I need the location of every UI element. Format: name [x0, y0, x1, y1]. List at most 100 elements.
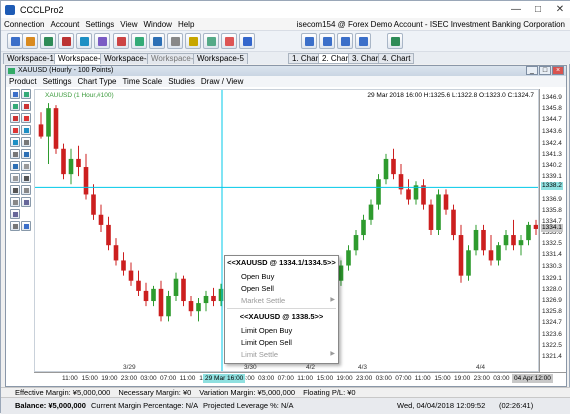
main-toolbar — [1, 30, 570, 52]
chart-tool-21[interactable] — [10, 209, 20, 219]
chart-menu-time-scale[interactable]: Time Scale — [119, 77, 165, 86]
chart-tool-17[interactable] — [10, 185, 20, 195]
candle-67 — [533, 219, 538, 236]
chart-tab-4[interactable]: 4. Chart — [378, 53, 415, 64]
chart-tool-8[interactable] — [21, 125, 31, 135]
chart-tool-1[interactable] — [10, 89, 20, 99]
crosshair-time-badge: 29 Mar 16:00 — [203, 374, 246, 383]
chart-tool-20[interactable] — [21, 197, 31, 207]
chart-close-icon[interactable]: × — [552, 66, 564, 75]
menu-connection[interactable]: Connection — [1, 20, 47, 29]
context-menu-limit-open-sell[interactable]: Limit Open Sell — [225, 337, 338, 348]
menu-bar: Connection Account Settings View Window Help i… — [1, 18, 570, 30]
menu-account[interactable]: Account — [47, 20, 82, 29]
chart-tool-6[interactable] — [21, 113, 31, 123]
toolbar-button-9[interactable] — [149, 33, 165, 49]
date-label: 4/2 — [306, 364, 316, 371]
margin-status-bar: Effective Margin: ¥5,000,000 Necessary M… — [1, 387, 570, 397]
chart-tool-11[interactable] — [10, 149, 20, 159]
toolbar-button-10[interactable] — [167, 33, 183, 49]
candle-42 — [346, 245, 351, 271]
chart-restore-icon[interactable]: □ — [539, 66, 551, 75]
menu-window[interactable]: Window — [141, 20, 175, 29]
toolbar-button-8[interactable] — [131, 33, 147, 49]
chart-tool-3[interactable] — [10, 101, 20, 111]
price-axis: 1346.9 1345.8 1344.7 1343.6 1342.4 1341.3 1340… — [539, 89, 566, 372]
toolbar-button-7[interactable] — [113, 33, 129, 49]
candle-62 — [496, 242, 501, 266]
chart-tool-24[interactable] — [21, 221, 31, 231]
chart-minimize-icon[interactable]: _ — [526, 66, 538, 75]
toolbar-button-14[interactable] — [239, 33, 255, 49]
price-tick-label: 1339.1 — [542, 173, 562, 181]
toolbar-button-4[interactable] — [58, 33, 74, 49]
context-menu-market-settle: Market Settle ▶ — [225, 295, 338, 306]
toolbar-button-2[interactable] — [22, 33, 38, 49]
workspace-tab-5[interactable]: Workspace-5 — [193, 53, 248, 64]
chart-tool-4[interactable] — [21, 101, 31, 111]
workspace-tab-bar: Workspace-1 Workspace-2 Workspace-3 Workspa… — [1, 52, 570, 64]
toolbar-button-1[interactable] — [7, 33, 23, 49]
chart-tool-13[interactable] — [10, 161, 20, 171]
close-icon[interactable]: ✕ — [549, 1, 570, 18]
maximize-icon[interactable]: □ — [527, 1, 549, 18]
chart-tool-10[interactable] — [21, 137, 31, 147]
context-menu-limit-open-buy[interactable]: Limit Open Buy — [225, 325, 338, 336]
menu-help[interactable]: Help — [175, 20, 197, 29]
context-menu-open-sell[interactable]: Open Sell — [225, 283, 338, 294]
toolbar-button-6[interactable] — [94, 33, 110, 49]
candle-50 — [406, 179, 411, 205]
layout-button-4[interactable] — [355, 33, 371, 49]
chart-menu-settings[interactable]: Settings — [40, 77, 75, 86]
chart-tool-7[interactable] — [10, 125, 20, 135]
context-menu-item-label: Limit Settle — [241, 350, 279, 359]
candle-4 — [61, 143, 66, 180]
chart-tool-14[interactable] — [21, 161, 31, 171]
layout-button-2[interactable] — [319, 33, 335, 49]
context-menu-open-buy[interactable]: Open Buy — [225, 271, 338, 282]
toolbar-button-11[interactable] — [185, 33, 201, 49]
minimize-icon[interactable]: — — [505, 1, 527, 18]
toolbar-button-3[interactable] — [40, 33, 56, 49]
chart-menu-product[interactable]: Product — [6, 77, 40, 86]
toolbar-button-5[interactable] — [76, 33, 92, 49]
chart-tool-18[interactable] — [21, 185, 31, 195]
chart-tool-12[interactable] — [21, 149, 31, 159]
floating-pl: Floating P/L: ¥0 — [303, 388, 356, 397]
toolbar-button-settings[interactable] — [387, 33, 403, 49]
chart-tool-19[interactable] — [10, 197, 20, 207]
menu-view[interactable]: View — [117, 20, 140, 29]
submenu-arrow-icon: ▶ — [330, 297, 335, 303]
chart-menu-chart-type[interactable]: Chart Type — [74, 77, 119, 86]
candle-3 — [53, 105, 59, 154]
chart-tool-16[interactable] — [21, 173, 31, 183]
context-menu-item-label: Open Buy — [241, 272, 275, 281]
time-tick-label: 11:00 — [414, 375, 431, 382]
price-tick-label: 1322.5 — [542, 341, 562, 349]
candle-14 — [136, 270, 141, 296]
app-logo-icon — [5, 4, 15, 15]
account-footer: Balance: ¥5,000,000 Current Margin Perce… — [1, 397, 570, 414]
chart-tool-9[interactable] — [10, 137, 20, 147]
time-tick-label: 07:00 — [395, 375, 412, 382]
menu-settings[interactable]: Settings — [82, 20, 117, 29]
candle-22 — [196, 297, 201, 322]
chart-tool-5[interactable] — [10, 113, 20, 123]
workspace-tab-1[interactable]: Workspace-1 — [3, 53, 58, 64]
toolbar-button-13[interactable] — [221, 33, 237, 49]
chart-tool-15[interactable] — [10, 173, 20, 183]
candle-64 — [511, 219, 516, 251]
time-tick-label: 07:00 — [277, 375, 294, 382]
account-label: isecom154 @ Forex Demo Account - ISEC In… — [296, 19, 565, 29]
candle-63 — [503, 229, 509, 251]
chart-tool-23[interactable] — [10, 221, 20, 231]
chart-tool-2[interactable] — [21, 89, 31, 99]
candle-15 — [143, 282, 149, 307]
layout-button-3[interactable] — [337, 33, 353, 49]
toolbar-button-12[interactable] — [203, 33, 219, 49]
last-price-badge: 1334.1 — [541, 223, 563, 232]
chart-menu-draw-view[interactable]: Draw / View — [198, 77, 247, 86]
layout-button-1[interactable] — [301, 33, 317, 49]
chart-menu-studies[interactable]: Studies — [165, 77, 198, 86]
candle-65 — [518, 235, 524, 256]
